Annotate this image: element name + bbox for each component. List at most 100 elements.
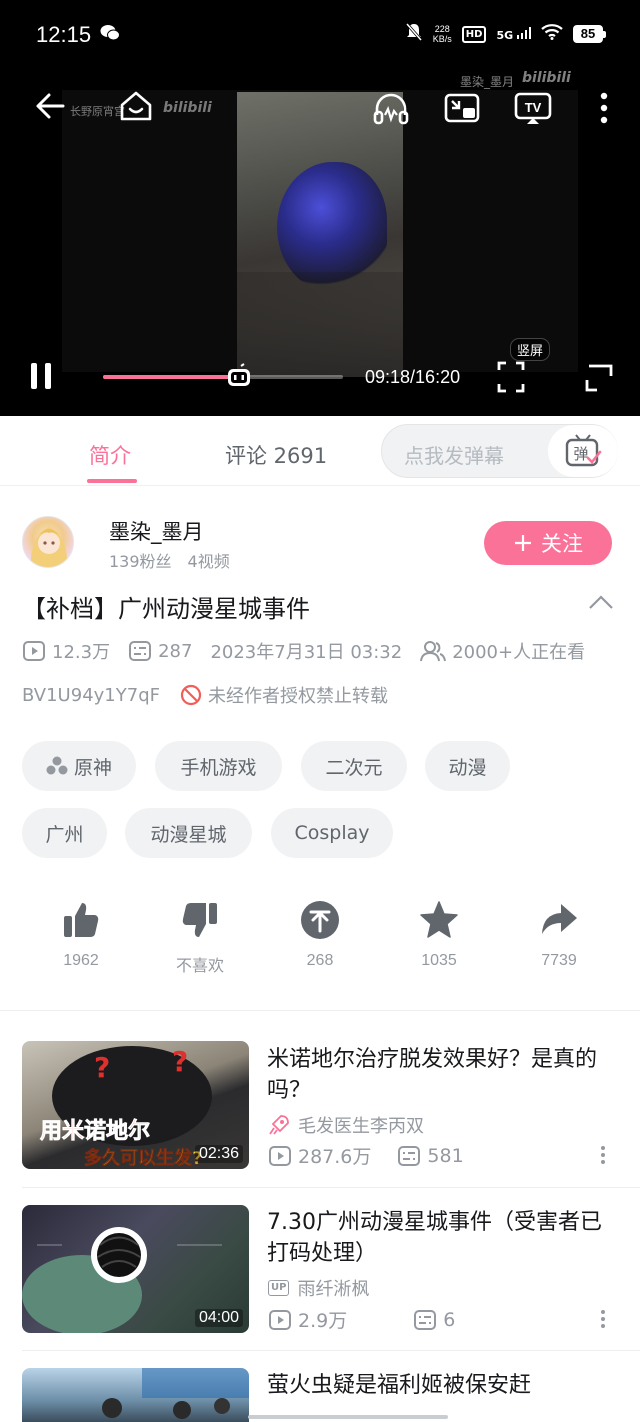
more-vertical-icon[interactable] <box>592 88 616 128</box>
related-views: 2.9万 <box>298 1310 348 1332</box>
tag-label: 动漫星城 <box>150 823 227 846</box>
tag-label: 广州 <box>45 823 84 846</box>
thumbs-down-icon <box>182 903 217 937</box>
danmaku-placeholder: 点我发弹幕 <box>404 444 504 468</box>
related-title[interactable]: 7.30广州动漫星城事件（受害者已打码处理） <box>267 1207 619 1269</box>
star-icon <box>420 901 458 938</box>
listen-headphones-icon[interactable] <box>371 88 411 128</box>
tab-intro[interactable]: 简介 <box>89 440 131 470</box>
danmaku-count: 287 <box>158 640 193 662</box>
related-thumbnail[interactable]: 04:00 <box>22 1205 249 1333</box>
publish-date: 2023年7月31日 03:32 <box>210 642 403 663</box>
list-divider <box>22 1187 640 1188</box>
status-time: 12:15 <box>36 22 92 47</box>
tab-comments[interactable]: 评论 2691 <box>225 440 327 470</box>
net-speed-unit: KB/s <box>432 34 452 44</box>
pause-icon[interactable] <box>24 358 58 394</box>
thumb-caption: 多久可以生发? <box>84 1147 202 1169</box>
more-vertical-icon[interactable] <box>598 1145 608 1169</box>
network-type: 5G <box>496 27 531 41</box>
tag-label: Cosplay <box>294 822 370 844</box>
picture-in-picture-icon[interactable] <box>441 88 483 128</box>
share-count: 7739 <box>541 952 577 969</box>
follow-label: 关注 <box>541 532 583 556</box>
related-thumbnail[interactable] <box>22 1368 249 1422</box>
watermark-logo-right: bilibili <box>522 70 571 86</box>
tag-chip[interactable]: 动漫 <box>425 741 510 791</box>
wechat-icon <box>100 24 120 46</box>
related-stats: 287.6万 581 <box>268 1142 490 1169</box>
dislike-button[interactable]: 不喜欢 <box>160 900 240 976</box>
tag-label: 二次元 <box>325 756 383 779</box>
tag-chip[interactable]: Cosplay <box>271 808 393 858</box>
uploader-meta: 139粉丝 4视频 <box>109 548 246 572</box>
home-indicator[interactable] <box>248 1415 448 1419</box>
uploader-videos: 4视频 <box>187 552 230 571</box>
related-author[interactable]: 毛发医生李丙双 <box>268 1112 424 1138</box>
tag-label: 原神 <box>73 756 112 779</box>
progress-fill <box>103 375 241 379</box>
video-stats: 12.3万 287 2023年7月31日 03:32 2000+人正在看 <box>22 638 585 664</box>
uploader-name[interactable]: 墨染_墨月 <box>109 516 204 546</box>
prohibited-icon <box>180 684 202 706</box>
follow-button[interactable]: 关注 <box>484 521 612 565</box>
copyright-notice: 未经作者授权禁止转载 <box>180 682 388 708</box>
more-vertical-icon[interactable] <box>598 1309 608 1333</box>
tag-label: 动漫 <box>448 756 487 779</box>
network-label: 5G <box>496 29 514 42</box>
home-icon[interactable] <box>116 86 156 126</box>
share-arrow-icon <box>542 904 577 934</box>
danmaku-input[interactable]: 点我发弹幕 弹 <box>381 424 618 478</box>
tv-cast-icon[interactable]: TV <box>512 88 554 128</box>
net-speed: 228 KB/s <box>433 24 452 44</box>
section-divider <box>0 1010 640 1011</box>
vertical-fullscreen-icon[interactable] <box>495 360 527 394</box>
favorite-count: 1035 <box>421 952 457 969</box>
up-badge: UP <box>268 1280 290 1296</box>
danmaku-toggle-button[interactable]: 弹 <box>548 425 618 477</box>
copyright-text: 未经作者授权禁止转载 <box>207 686 388 707</box>
status-bar: 12:15 228 KB/s HD 5G 85 <box>0 0 640 70</box>
tag-chip[interactable]: 动漫星城 <box>125 808 252 858</box>
tag-chip[interactable]: 广州 <box>22 808 107 858</box>
danmaku-count-icon <box>398 1145 421 1166</box>
share-button[interactable]: 7739 <box>519 900 599 970</box>
thumb-caption: 用米诺地尔 <box>40 1118 150 1144</box>
video-player[interactable]: 长野原宵宫 bilibili 墨染_墨月 bilibili 12:15 228 … <box>0 0 640 416</box>
play-count-icon <box>269 1309 291 1330</box>
watermark-logo-left: bilibili <box>163 100 212 116</box>
related-thumbnail[interactable]: ? ? 用米诺地尔 多久可以生发? 02:36 <box>22 1041 249 1169</box>
back-arrow-icon[interactable] <box>32 88 68 124</box>
fullscreen-icon[interactable] <box>583 362 615 394</box>
channel-icon <box>46 756 68 775</box>
tag-label: 手机游戏 <box>180 756 257 779</box>
tab-bar: 简介 评论 2691 点我发弹幕 弹 <box>0 416 640 486</box>
coin-count: 268 <box>306 952 334 969</box>
avatar[interactable] <box>22 516 74 568</box>
vertical-mode-tag[interactable]: 竖屏 <box>510 338 551 361</box>
dislike-label: 不喜欢 <box>175 958 224 975</box>
tag-chip[interactable]: 手机游戏 <box>155 741 282 791</box>
tag-chip[interactable]: 二次元 <box>301 741 407 791</box>
related-danmaku: 581 <box>427 1144 464 1167</box>
video-title: 【补档】广州动漫星城事件 <box>22 595 310 623</box>
related-title[interactable]: 米诺地尔治疗脱发效果好？是真的吗？ <box>267 1044 619 1106</box>
progress-bar[interactable] <box>103 375 343 379</box>
related-author-name: 雨纤淅枫 <box>297 1279 370 1300</box>
like-button[interactable]: 1962 <box>41 900 121 970</box>
svg-text:TV: TV <box>525 100 542 115</box>
related-author[interactable]: UP 雨纤淅枫 <box>268 1275 369 1301</box>
tag-chip-genshin[interactable]: 原神 <box>22 741 136 791</box>
favorite-button[interactable]: 1035 <box>399 900 479 970</box>
chevron-up-icon[interactable] <box>588 594 614 614</box>
watching-people-icon <box>420 641 447 662</box>
bvid[interactable]: BV1U94y1Y7qF <box>22 685 160 706</box>
progress-thumb-tv-icon[interactable] <box>226 363 252 389</box>
video-content <box>237 92 403 377</box>
related-danmaku: 6 <box>443 1308 456 1331</box>
battery-level: 85 <box>573 25 603 43</box>
wifi-icon <box>541 24 563 44</box>
svg-text:?: ? <box>94 1051 110 1084</box>
related-title[interactable]: 萤火虫疑是福利姬被保安赶 <box>267 1370 619 1401</box>
coin-button[interactable]: 268 <box>280 900 360 970</box>
